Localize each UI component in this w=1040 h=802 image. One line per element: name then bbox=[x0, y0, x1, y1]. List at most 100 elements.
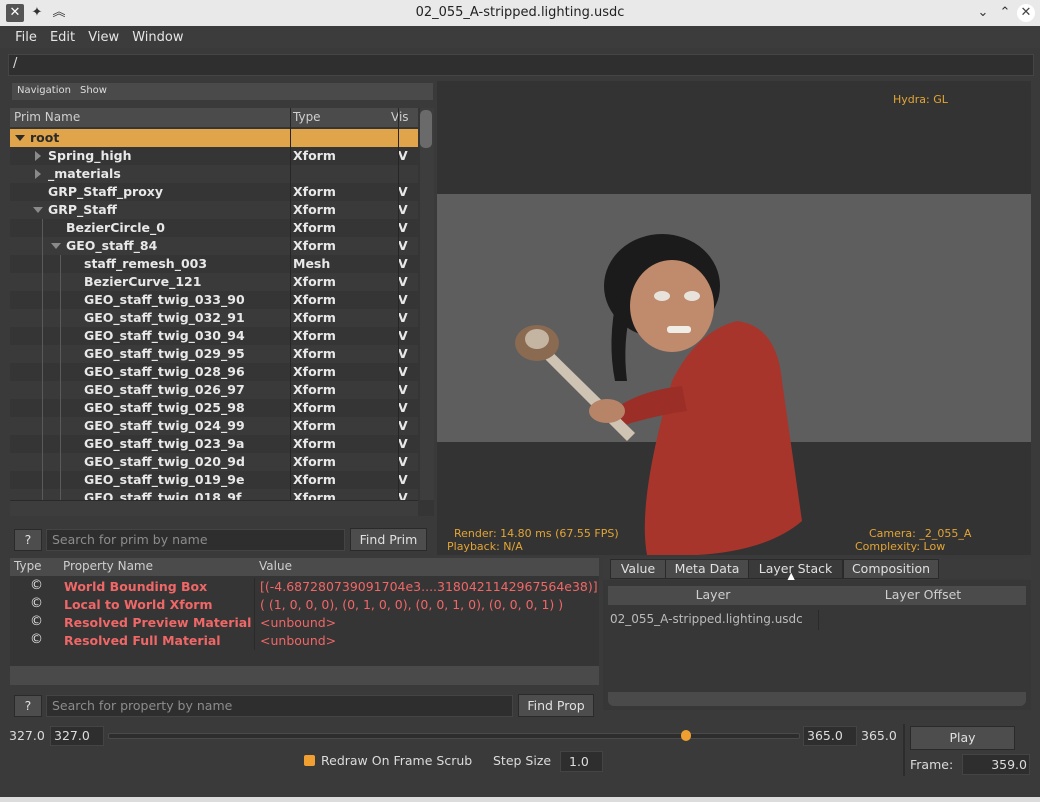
tree-row[interactable]: GEO_staff_twig_033_90 Xform V bbox=[10, 291, 418, 309]
play-button[interactable]: Play bbox=[910, 726, 1015, 750]
tree-row[interactable]: _materials bbox=[10, 165, 418, 183]
range-start-field[interactable]: 327.0 bbox=[50, 726, 104, 746]
tab-composition[interactable]: Composition bbox=[843, 559, 939, 579]
layer-row[interactable]: 02_055_A-stripped.lighting.usdc bbox=[608, 610, 1026, 630]
navigation-menu[interactable]: Navigation bbox=[17, 85, 71, 96]
find-prop-button[interactable]: Find Prop bbox=[518, 694, 594, 717]
header-prop-type[interactable]: Type bbox=[14, 559, 42, 573]
prim-visibility-toggle[interactable]: V bbox=[398, 472, 408, 487]
tree-guide bbox=[42, 363, 43, 381]
header-layer-offset[interactable]: Layer Offset bbox=[820, 587, 1026, 602]
property-search-input[interactable]: Search for property by name bbox=[46, 695, 513, 717]
property-row[interactable]: © Resolved Preview Material <unbound> bbox=[10, 614, 599, 632]
tree-row[interactable]: GEO_staff_twig_028_96 Xform V bbox=[10, 363, 418, 381]
tree-row[interactable]: BezierCircle_0 Xform V bbox=[10, 219, 418, 237]
menu-window[interactable]: Window bbox=[128, 27, 187, 48]
range-end-field[interactable]: 365.0 bbox=[803, 726, 857, 746]
property-horizontal-scrollbar[interactable] bbox=[10, 666, 599, 685]
property-table[interactable]: Type Property Name Value © World Bounding… bbox=[10, 558, 599, 685]
prim-visibility-toggle[interactable]: V bbox=[398, 418, 408, 433]
expanded-arrow-icon[interactable] bbox=[51, 243, 61, 249]
show-menu[interactable]: Show bbox=[80, 85, 107, 96]
prim-name: BezierCircle_0 bbox=[66, 220, 165, 235]
header-layer[interactable]: Layer bbox=[608, 587, 818, 602]
maximize-icon[interactable]: ⌃ bbox=[996, 4, 1014, 22]
prim-name: GEO_staff_twig_024_99 bbox=[84, 418, 245, 433]
prim-visibility-toggle[interactable]: V bbox=[398, 382, 408, 397]
tree-guide bbox=[60, 363, 61, 381]
tree-scroll-thumb[interactable] bbox=[420, 110, 432, 148]
prim-visibility-toggle[interactable]: V bbox=[398, 292, 408, 307]
prim-visibility-toggle[interactable]: V bbox=[398, 328, 408, 343]
tree-row[interactable]: GEO_staff_twig_032_91 Xform V bbox=[10, 309, 418, 327]
tree-row[interactable]: GEO_staff_twig_019_9e Xform V bbox=[10, 471, 418, 489]
tree-row[interactable]: staff_remesh_003 Mesh V bbox=[10, 255, 418, 273]
frame-slider[interactable] bbox=[108, 728, 800, 744]
tree-row[interactable]: GEO_staff_twig_030_94 Xform V bbox=[10, 327, 418, 345]
prop-help-button[interactable]: ? bbox=[14, 695, 42, 717]
tree-row[interactable]: GEO_staff_twig_026_97 Xform V bbox=[10, 381, 418, 399]
prim-visibility-toggle[interactable]: V bbox=[398, 436, 408, 451]
menu-view[interactable]: View bbox=[84, 27, 123, 48]
menu-edit[interactable]: Edit bbox=[46, 27, 79, 48]
prim-search-input[interactable]: Search for prim by name bbox=[46, 529, 345, 551]
tree-row[interactable]: GEO_staff_twig_025_98 Xform V bbox=[10, 399, 418, 417]
tree-row[interactable]: GRP_Staff_proxy Xform V bbox=[10, 183, 418, 201]
collapsed-arrow-icon[interactable] bbox=[35, 169, 41, 179]
prim-visibility-toggle[interactable]: V bbox=[398, 346, 408, 361]
prim-visibility-toggle[interactable]: V bbox=[398, 202, 408, 217]
step-size-field[interactable]: 1.0 bbox=[560, 751, 603, 772]
header-vis[interactable]: Vis bbox=[391, 110, 409, 124]
slider-handle[interactable] bbox=[681, 730, 691, 741]
prim-visibility-toggle[interactable]: V bbox=[398, 256, 408, 271]
tree-row[interactable]: BezierCurve_121 Xform V bbox=[10, 273, 418, 291]
header-prim-name[interactable]: Prim Name bbox=[14, 110, 80, 124]
prim-visibility-toggle[interactable]: V bbox=[398, 310, 408, 325]
property-row[interactable]: © Resolved Full Material <unbound> bbox=[10, 632, 599, 650]
close-icon[interactable]: ✕ bbox=[1017, 4, 1035, 22]
prim-visibility-toggle[interactable]: V bbox=[398, 148, 408, 163]
expanded-arrow-icon[interactable] bbox=[15, 135, 25, 141]
tree-horizontal-scrollbar[interactable] bbox=[10, 500, 418, 516]
prim-visibility-toggle[interactable]: V bbox=[398, 454, 408, 469]
property-row[interactable]: © Local to World Xform ( (1, 0, 0, 0), (0,… bbox=[10, 596, 599, 614]
prim-tree[interactable]: Prim Name Type Vis root Spring_high Xform V… bbox=[10, 108, 434, 516]
prim-visibility-toggle[interactable]: V bbox=[398, 274, 408, 289]
menu-bar: File Edit View Window bbox=[0, 26, 1040, 48]
prim-visibility-toggle[interactable]: V bbox=[398, 184, 408, 199]
expanded-arrow-icon[interactable] bbox=[33, 207, 43, 213]
prim-visibility-toggle[interactable]: V bbox=[398, 220, 408, 235]
tree-row[interactable]: GEO_staff_twig_023_9a Xform V bbox=[10, 435, 418, 453]
timeline-end: 365.0 bbox=[861, 728, 897, 743]
tree-row[interactable]: GEO_staff_twig_029_95 Xform V bbox=[10, 345, 418, 363]
tree-row[interactable]: root bbox=[10, 129, 418, 147]
tree-row[interactable]: GEO_staff_twig_020_9d Xform V bbox=[10, 453, 418, 471]
property-row[interactable]: © World Bounding Box [(-4.687280739091704e… bbox=[10, 578, 599, 596]
layer-stack-panel[interactable]: Layer Layer Offset 02_055_A-stripped.lig… bbox=[603, 580, 1031, 710]
path-field[interactable]: / bbox=[8, 54, 1034, 76]
property-value: [(-4.687280739091704e3....31804211429675… bbox=[260, 579, 598, 594]
prim-help-button[interactable]: ? bbox=[14, 529, 42, 551]
tree-row[interactable]: GEO_staff_84 Xform V bbox=[10, 237, 418, 255]
range-end-value: 365.0 bbox=[807, 728, 843, 743]
frame-field[interactable]: 359.0 bbox=[962, 754, 1030, 775]
header-prop-value[interactable]: Value bbox=[259, 559, 292, 573]
tree-row[interactable]: GRP_Staff Xform V bbox=[10, 201, 418, 219]
header-type[interactable]: Type bbox=[293, 110, 321, 124]
tab-meta-data[interactable]: Meta Data bbox=[665, 559, 749, 579]
menu-file[interactable]: File bbox=[11, 27, 41, 48]
find-prim-button[interactable]: Find Prim bbox=[350, 528, 427, 551]
prim-visibility-toggle[interactable]: V bbox=[398, 364, 408, 379]
layer-stack-scrollbar[interactable] bbox=[608, 692, 1026, 706]
tree-row[interactable]: GEO_staff_twig_024_99 Xform V bbox=[10, 417, 418, 435]
prim-visibility-toggle[interactable]: V bbox=[398, 238, 408, 253]
prim-visibility-toggle[interactable]: V bbox=[398, 400, 408, 415]
header-prop-name[interactable]: Property Name bbox=[63, 559, 153, 573]
tree-vertical-scrollbar[interactable] bbox=[420, 108, 434, 500]
collapsed-arrow-icon[interactable] bbox=[35, 151, 41, 161]
minimize-icon[interactable]: ⌄ bbox=[974, 4, 992, 22]
viewport[interactable]: Hydra: GL Render: 14.80 ms (67.55 FPS) P… bbox=[437, 81, 1031, 555]
redraw-checkbox[interactable] bbox=[304, 755, 315, 766]
tree-row[interactable]: Spring_high Xform V bbox=[10, 147, 418, 165]
tab-value[interactable]: Value bbox=[610, 559, 666, 579]
